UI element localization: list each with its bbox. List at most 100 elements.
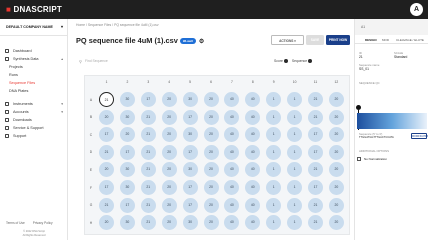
plate-well[interactable]: 1 bbox=[287, 180, 303, 195]
gear-icon[interactable]: ⚙ bbox=[199, 38, 204, 45]
terms-link[interactable]: Terms of Use bbox=[6, 221, 25, 225]
plate-well[interactable]: 21 bbox=[140, 197, 156, 213]
plate-well[interactable]: 20 bbox=[161, 92, 177, 107]
plate-well[interactable]: 40 bbox=[245, 162, 261, 178]
plate-well[interactable]: 21 bbox=[140, 127, 156, 143]
sidebar-item-dashboard[interactable]: Dashboard bbox=[0, 47, 68, 55]
normalization-checkbox[interactable] bbox=[357, 157, 361, 161]
plate-well[interactable]: 1 bbox=[266, 197, 282, 213]
plate-well[interactable]: 20 bbox=[328, 162, 344, 178]
plate-well[interactable]: 40 bbox=[245, 127, 261, 143]
plate-well[interactable]: 30 bbox=[119, 109, 135, 125]
plate-well[interactable]: 1 bbox=[266, 92, 282, 107]
plate-well[interactable]: 20 bbox=[203, 92, 219, 107]
plate-well[interactable]: 40 bbox=[245, 92, 261, 107]
plate-well[interactable]: 21 bbox=[99, 144, 114, 160]
sequence-field[interactable]: TTGGATGGTTTGACTCCATA bbox=[359, 136, 394, 139]
plate-well[interactable]: 20 bbox=[203, 144, 219, 160]
plate-well[interactable]: 40 bbox=[224, 127, 240, 143]
plate-well[interactable]: 40 bbox=[245, 215, 261, 231]
sidebar-item-synthesis-data[interactable]: Synthesis Data ▴ bbox=[0, 55, 68, 63]
search-input[interactable]: ⚲ Find Sequence bbox=[78, 58, 158, 65]
tab-design[interactable]: DESIGN bbox=[365, 38, 377, 42]
plate-well[interactable]: 17 bbox=[182, 197, 198, 213]
plate-well[interactable]: 1 bbox=[287, 144, 303, 160]
plate-well[interactable]: 21 bbox=[140, 162, 156, 178]
plate-well[interactable]: 17 bbox=[308, 144, 323, 160]
plate-well[interactable]: 20 bbox=[328, 144, 344, 160]
plate-well[interactable]: 21 bbox=[308, 92, 323, 107]
plate-well[interactable]: 20 bbox=[161, 109, 177, 125]
plate-well[interactable]: 30 bbox=[182, 92, 198, 107]
plate-well[interactable]: 20 bbox=[119, 127, 135, 143]
avatar[interactable]: A bbox=[410, 3, 423, 16]
plate-well[interactable]: 40 bbox=[224, 109, 240, 125]
plate-well[interactable]: 30 bbox=[119, 180, 135, 195]
plate-well[interactable]: 1 bbox=[287, 109, 303, 125]
plate-well[interactable]: 1 bbox=[266, 109, 282, 125]
plate-well[interactable]: 20 bbox=[99, 162, 114, 178]
plate-well[interactable]: 20 bbox=[161, 127, 177, 143]
plate-well[interactable]: 40 bbox=[224, 197, 240, 213]
plate-well[interactable]: 1 bbox=[266, 215, 282, 231]
plate-well[interactable]: 40 bbox=[224, 215, 240, 231]
plate-well[interactable]: 1 bbox=[266, 127, 282, 143]
plate-well[interactable]: 20 bbox=[328, 109, 344, 125]
modifications-button[interactable]: MODIFICATIONS bbox=[411, 133, 428, 139]
plate-well[interactable]: 20 bbox=[161, 180, 177, 195]
plate-well[interactable]: 20 bbox=[99, 215, 114, 231]
save-button[interactable]: SAVE bbox=[306, 35, 324, 45]
sidebar-item-accounts[interactable]: Accounts ▾ bbox=[0, 108, 68, 116]
plate-well[interactable]: 17 bbox=[308, 180, 323, 195]
scale-value[interactable]: Standard bbox=[394, 55, 407, 59]
sequence-toggle-icon[interactable] bbox=[308, 59, 313, 64]
plate-well[interactable]: 21 bbox=[140, 144, 156, 160]
company-selector[interactable]: DEFAULT COMPANY NAME ▾ bbox=[0, 19, 68, 36]
plate-well[interactable]: 40 bbox=[245, 109, 261, 125]
plate-well[interactable]: 20 bbox=[99, 109, 114, 125]
plate-well[interactable]: 20 bbox=[161, 197, 177, 213]
tab-cleavage-elute[interactable]: CLEAVAGE / ELUTE bbox=[396, 38, 424, 42]
plate-well[interactable]: 30 bbox=[182, 162, 198, 178]
plate-well[interactable]: 1 bbox=[287, 127, 303, 143]
plate-well[interactable]: 1 bbox=[287, 215, 303, 231]
sidebar-item-service-support[interactable]: Service & Support bbox=[0, 124, 68, 132]
plate-well[interactable]: 17 bbox=[99, 180, 114, 195]
sidebar-item-instruments[interactable]: Instruments ▾ bbox=[0, 100, 68, 108]
plate-well[interactable]: 17 bbox=[99, 127, 114, 143]
sequence-name-field[interactable]: SS_01 bbox=[359, 67, 369, 71]
plate-well[interactable]: 30 bbox=[119, 162, 135, 178]
plate-well[interactable]: 30 bbox=[182, 215, 198, 231]
privacy-link[interactable]: Privacy Policy bbox=[33, 221, 53, 225]
plate-well[interactable]: 40 bbox=[224, 162, 240, 178]
plate-well[interactable]: 17 bbox=[182, 180, 198, 195]
sidebar-item-support[interactable]: Support bbox=[0, 132, 68, 140]
plate-well[interactable]: 20 bbox=[203, 180, 219, 195]
plate-well[interactable]: 21 bbox=[308, 215, 323, 231]
plate-well[interactable]: 30 bbox=[119, 215, 135, 231]
sidebar-item-downloads[interactable]: Downloads bbox=[0, 116, 68, 124]
plate-well[interactable]: 21 bbox=[140, 180, 156, 195]
plate-well[interactable]: 17 bbox=[308, 127, 323, 143]
plate-well[interactable]: 20 bbox=[328, 127, 344, 143]
plate-well[interactable]: 20 bbox=[161, 215, 177, 231]
plate-well[interactable]: 20 bbox=[328, 215, 344, 231]
plate-well[interactable]: 17 bbox=[182, 144, 198, 160]
plate-well[interactable]: 20 bbox=[203, 127, 219, 143]
plate-well[interactable]: 21 bbox=[99, 197, 114, 213]
plate-well[interactable]: 21 bbox=[140, 215, 156, 231]
plate-well[interactable]: 17 bbox=[182, 109, 198, 125]
plate-well[interactable]: 20 bbox=[328, 92, 344, 107]
plate-well[interactable]: 1 bbox=[266, 144, 282, 160]
plate-well[interactable]: 40 bbox=[224, 144, 240, 160]
print-now-button[interactable]: PRINT NOW bbox=[326, 35, 350, 45]
sidebar-item-dna-plates[interactable]: DNA Plates bbox=[0, 87, 68, 95]
plate-well[interactable]: 20 bbox=[203, 162, 219, 178]
plate-well[interactable]: 30 bbox=[119, 92, 135, 107]
actions-button[interactable]: ACTIONS ▾ bbox=[271, 35, 304, 45]
plate-well[interactable]: 1 bbox=[266, 162, 282, 178]
plate-well[interactable]: 20 bbox=[161, 144, 177, 160]
plate-well[interactable]: 21 bbox=[140, 109, 156, 125]
plate-well[interactable]: 1 bbox=[287, 92, 303, 107]
plate-well[interactable]: 40 bbox=[245, 180, 261, 195]
